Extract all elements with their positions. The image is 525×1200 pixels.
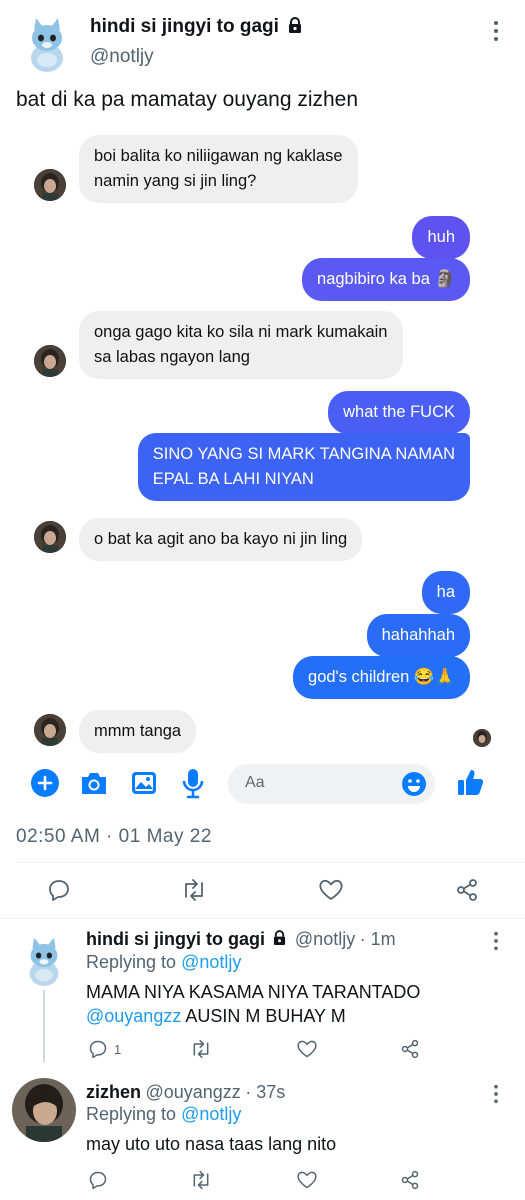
message-bubble-incoming: o bat ka agit ano ba kayo ni jin ling xyxy=(79,518,363,561)
image-icon[interactable] xyxy=(130,770,158,796)
replying-to: Replying to @notljy xyxy=(86,952,242,972)
retweet-icon[interactable] xyxy=(190,1039,212,1059)
reply-author-name[interactable]: hindi si jingyi to gagi xyxy=(86,929,265,949)
contact-avatar xyxy=(34,345,66,377)
message-bubble-outgoing: what the FUCK xyxy=(328,391,470,434)
reply-header: hindi si jingyi to gagi @notljy · 1m xyxy=(86,929,396,951)
reply-icon[interactable] xyxy=(47,878,71,902)
contact-avatar xyxy=(34,714,66,746)
share-icon[interactable] xyxy=(400,1039,420,1059)
divider xyxy=(16,862,525,863)
contact-avatar xyxy=(34,521,66,553)
message-bubble-incoming: mmm tanga xyxy=(79,710,197,753)
contact-avatar xyxy=(34,169,66,201)
like-thumb-icon[interactable] xyxy=(455,766,485,798)
chat-screenshot: boi balita ko niliigawan ng kaklase nami… xyxy=(0,125,525,815)
author-name[interactable]: hindi si jingyi to gagi xyxy=(90,16,302,40)
replying-to-link[interactable]: @notljy xyxy=(181,952,241,972)
reply-time[interactable]: · 37s xyxy=(245,1082,285,1102)
more-icon[interactable] xyxy=(492,1084,500,1109)
message-bubble-incoming: boi balita ko niliigawan ng kaklase nami… xyxy=(79,135,358,203)
retweet-icon[interactable] xyxy=(190,1170,212,1190)
heart-icon[interactable] xyxy=(296,1170,318,1190)
reply-author-handle[interactable]: @ouyangzz xyxy=(145,1082,240,1102)
mic-icon[interactable] xyxy=(181,767,205,799)
reply-avatar[interactable] xyxy=(12,1078,76,1142)
reply-icon[interactable]: 1 xyxy=(88,1039,121,1059)
message-input[interactable]: Aa xyxy=(228,764,435,804)
lock-icon xyxy=(288,17,302,40)
reply-avatar[interactable] xyxy=(18,934,70,986)
reply-author-name[interactable]: zizhen xyxy=(86,1082,141,1102)
retweet-icon[interactable] xyxy=(181,878,207,902)
message-bubble-outgoing: SINO YANG SI MARK TANGINA NAMAN EPAL BA … xyxy=(137,433,470,501)
lock-icon xyxy=(273,930,286,951)
reply-text: MAMA NIYA KASAMA NIYA TARANTADO @ouyangz… xyxy=(86,982,421,1026)
cat-avatar-image xyxy=(18,934,70,986)
author-handle[interactable]: @notljy xyxy=(90,46,154,68)
message-bubble-outgoing: nagbibiro ka ba 🗿 xyxy=(302,258,470,301)
cat-avatar-image xyxy=(18,14,76,72)
reply-icon[interactable] xyxy=(88,1170,108,1190)
reply-author-handle[interactable]: @notljy xyxy=(295,929,355,949)
reply-time[interactable]: · 1m xyxy=(360,929,396,949)
divider xyxy=(0,918,525,919)
zizhen-avatar-image xyxy=(12,1078,76,1142)
read-receipt-avatar xyxy=(473,729,491,747)
replying-to-link[interactable]: @notljy xyxy=(181,1104,241,1124)
message-bubble-outgoing: ha xyxy=(421,571,470,614)
camera-icon[interactable] xyxy=(79,769,109,797)
message-bubble-outgoing: hahahhah xyxy=(366,614,470,657)
reply-count: 1 xyxy=(114,1041,122,1057)
tweet-text: bat di ka pa mamatay ouyang zizhen xyxy=(16,88,359,111)
more-icon[interactable] xyxy=(492,931,500,956)
reply-text: may uto uto nasa taas lang nito xyxy=(86,1134,337,1154)
tweet-timestamp[interactable]: 02:50 AM · 01 May 22 xyxy=(16,826,212,848)
message-bubble-incoming: onga gago kita ko sila ni mark kumakain … xyxy=(79,311,403,379)
more-icon[interactable] xyxy=(492,20,500,47)
emoji-icon[interactable] xyxy=(401,771,427,797)
thread-line xyxy=(43,990,45,1062)
reply-header: zizhen @ouyangzz · 37s xyxy=(86,1082,285,1103)
author-avatar[interactable] xyxy=(18,14,76,72)
replying-to: Replying to @notljy xyxy=(86,1104,242,1124)
message-input-placeholder: Aa xyxy=(245,774,265,791)
plus-icon[interactable] xyxy=(31,769,59,797)
mention-link[interactable]: @ouyangzz xyxy=(86,1006,181,1026)
message-bubble-outgoing: god's children 😂🙏 xyxy=(293,656,470,699)
heart-icon[interactable] xyxy=(318,878,344,902)
heart-icon[interactable] xyxy=(296,1039,318,1059)
share-icon[interactable] xyxy=(455,878,479,902)
share-icon[interactable] xyxy=(400,1170,420,1190)
message-bubble-outgoing: huh xyxy=(412,216,470,259)
